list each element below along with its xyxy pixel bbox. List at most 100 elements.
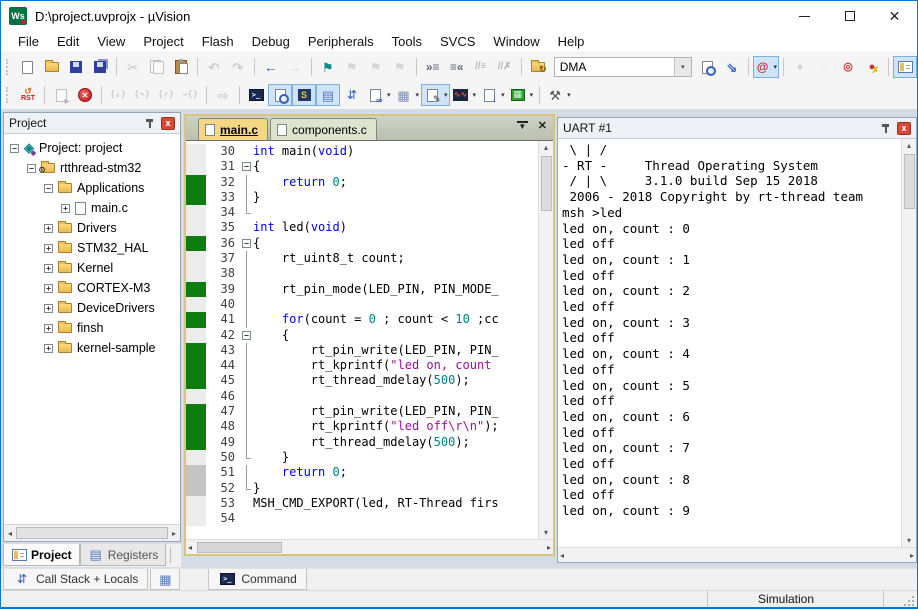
scroll-left-icon[interactable]: ◂ — [6, 529, 14, 538]
debug-settings-dropdown[interactable]: ⚒▾ — [544, 84, 573, 106]
code-line[interactable]: 47 rt_pin_write(LED_PIN, PIN_ — [186, 404, 538, 419]
pin-icon[interactable] — [145, 118, 155, 129]
minimize-button[interactable] — [782, 1, 827, 31]
find-in-files-button[interactable] — [696, 56, 720, 78]
system-viewer-dropdown[interactable]: ▾ — [478, 84, 507, 106]
dropdown-arrow-icon[interactable]: ▾ — [473, 91, 477, 99]
editor-tab-main-c[interactable]: main.c — [198, 118, 268, 140]
tree-item-finsh[interactable]: +finsh — [4, 318, 180, 338]
code-line[interactable]: 42− { — [186, 328, 538, 343]
tree-item-kernel[interactable]: +Kernel — [4, 258, 180, 278]
tab-call-stack-locals[interactable]: ⇵ Call Stack + Locals — [3, 569, 148, 590]
reset-button[interactable]: ↺RST — [16, 84, 40, 106]
tab-registers[interactable]: ▤Registers — [80, 544, 167, 566]
tree-item-applications[interactable]: −Applications — [4, 178, 180, 198]
analysis-window-dropdown[interactable]: ∿∿▾ — [450, 84, 479, 106]
expand-icon[interactable]: + — [44, 304, 53, 313]
tree-item-main-c[interactable]: +main.c — [4, 198, 180, 218]
editor-vertical-scrollbar[interactable]: ▴ ▾ — [538, 141, 553, 539]
project-panel-close-button[interactable]: x — [161, 117, 175, 130]
menu-window[interactable]: Window — [484, 32, 548, 51]
code-line[interactable]: 52} — [186, 481, 538, 496]
code-line[interactable]: 30int main(void) — [186, 144, 538, 159]
symbol-window-button[interactable]: S — [292, 84, 316, 106]
fold-collapse-icon[interactable]: − — [242, 331, 251, 340]
tab-memory-window[interactable]: ▦ — [150, 569, 180, 590]
code-line[interactable]: 32 return 0; — [186, 175, 538, 190]
dropdown-arrow-icon[interactable]: ▾ — [501, 91, 505, 99]
memory-window-dropdown[interactable]: ▦▾ — [393, 84, 422, 106]
tab-command[interactable]: >_ Command — [208, 569, 306, 590]
fold-collapse-icon[interactable]: − — [242, 239, 251, 248]
disassembly-window-button[interactable] — [268, 84, 292, 106]
code-line[interactable]: 50 } — [186, 450, 538, 465]
expand-icon[interactable]: + — [44, 244, 53, 253]
menu-svcs[interactable]: SVCS — [431, 32, 484, 51]
menu-tools[interactable]: Tools — [383, 32, 431, 51]
uart-panel-close-button[interactable]: x — [897, 122, 911, 135]
search-combo[interactable]: DMA▾ — [554, 57, 692, 77]
scrollbar-thumb[interactable] — [904, 154, 915, 209]
code-line[interactable]: 43 rt_pin_write(LED_PIN, PIN_ — [186, 343, 538, 358]
code-line[interactable]: 34 — [186, 205, 538, 220]
scroll-right-icon[interactable]: ▸ — [545, 543, 553, 552]
code-line[interactable]: 49 rt_thread_mdelay(500); — [186, 435, 538, 450]
scroll-right-icon[interactable]: ▸ — [908, 551, 916, 560]
uart-terminal[interactable]: \ | /- RT - Thread Operating System / | … — [558, 139, 901, 547]
combo-dropdown-icon[interactable]: ▾ — [674, 58, 691, 76]
fold-collapse-icon[interactable]: − — [242, 162, 251, 171]
bookmark-toggle-button[interactable]: ⚑ — [316, 56, 340, 78]
scroll-down-icon[interactable]: ▾ — [544, 526, 548, 539]
navigate-back-button[interactable]: ← — [259, 56, 283, 78]
expand-icon[interactable]: + — [44, 264, 53, 273]
code-line[interactable]: 35int led(void) — [186, 220, 538, 235]
new-file-button[interactable] — [16, 56, 40, 78]
find-in-files-folder-button[interactable] — [526, 56, 550, 78]
watch-window-dropdown[interactable]: ▾ — [364, 84, 393, 106]
unindent-button[interactable]: ≡« — [445, 56, 469, 78]
save-all-button[interactable] — [88, 56, 112, 78]
tree-item-devicedrivers[interactable]: +DeviceDrivers — [4, 298, 180, 318]
open-file-button[interactable] — [40, 56, 64, 78]
code-line[interactable]: 41 for(count = 0 ; count < 10 ;cc — [186, 312, 538, 327]
incremental-find-button[interactable]: ⇘ — [720, 56, 744, 78]
scrollbar-thumb[interactable] — [16, 527, 168, 539]
indent-button[interactable]: »≡ — [421, 56, 445, 78]
stop-button[interactable]: ✕ — [73, 84, 97, 106]
scroll-up-icon[interactable]: ▴ — [907, 139, 911, 152]
paste-button[interactable] — [169, 56, 193, 78]
code-area[interactable]: 30int main(void)31−{32 return 0;33}3435i… — [186, 141, 538, 539]
expand-icon[interactable]: + — [44, 324, 53, 333]
collapse-icon[interactable]: − — [44, 184, 53, 193]
tree-item-cortex-m3[interactable]: +CORTEX-M3 — [4, 278, 180, 298]
menu-edit[interactable]: Edit — [48, 32, 88, 51]
registers-window-button[interactable]: ▤ — [316, 84, 340, 106]
tree-item-drivers[interactable]: +Drivers — [4, 218, 180, 238]
configure-target-button[interactable] — [893, 56, 917, 78]
menu-flash[interactable]: Flash — [193, 32, 243, 51]
scrollbar-thumb[interactable] — [541, 156, 552, 211]
menu-help[interactable]: Help — [549, 32, 594, 51]
menu-view[interactable]: View — [88, 32, 134, 51]
close-button[interactable]: ✕ — [872, 1, 917, 31]
toolbox-dropdown[interactable]: ▦▾ — [507, 84, 536, 106]
code-line[interactable]: 33} — [186, 190, 538, 205]
editor-horizontal-scrollbar[interactable]: ◂ ▸ — [186, 539, 553, 554]
dropdown-arrow-icon[interactable]: ▾ — [444, 91, 448, 99]
tree-item-kernel-sample[interactable]: +kernel-sample — [4, 338, 180, 358]
expand-icon[interactable]: + — [44, 344, 53, 353]
editor-tab-components-c[interactable]: components.c — [270, 118, 377, 140]
tree-item-stm32-hal[interactable]: +STM32_HAL — [4, 238, 180, 258]
collapse-icon[interactable]: − — [27, 164, 36, 173]
expand-icon[interactable]: + — [44, 224, 53, 233]
serial-window-dropdown[interactable]: ▾ — [421, 84, 450, 106]
uart-horizontal-scrollbar[interactable]: ◂ ▸ — [558, 547, 916, 562]
tree-item-rtthread-stm32[interactable]: −rtthread-stm32 — [4, 158, 180, 178]
code-line[interactable]: 38 — [186, 266, 538, 281]
dropdown-arrow-icon[interactable]: ▾ — [773, 63, 777, 71]
menu-file[interactable]: File — [9, 32, 48, 51]
quick-find-dropdown[interactable]: @▾ — [753, 56, 779, 78]
code-line[interactable]: 46 — [186, 389, 538, 404]
document-list-dropdown-icon[interactable]: ▼ — [517, 121, 528, 131]
expand-icon[interactable]: + — [61, 204, 70, 213]
